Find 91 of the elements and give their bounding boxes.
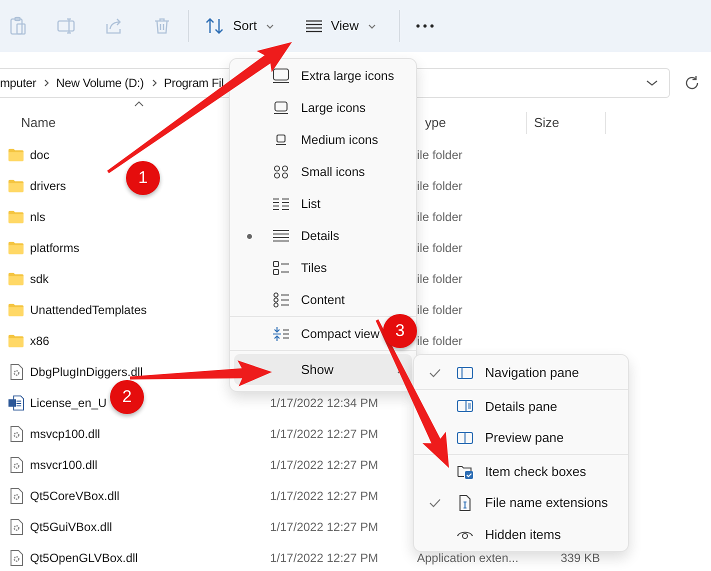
folder-icon	[8, 148, 24, 162]
checkmark-icon	[429, 498, 441, 508]
column-header[interactable]: Name	[21, 115, 56, 130]
sort-caret-icon	[134, 101, 144, 108]
file-type: ile folder	[417, 148, 462, 162]
file-name[interactable]: Qt5CoreVBox.dll	[30, 486, 120, 504]
breadcrumb[interactable]: mputer	[0, 74, 36, 92]
menu-item[interactable]: File name extensions	[414, 487, 628, 518]
breadcrumb[interactable]: New Volume (D:)	[56, 74, 144, 92]
grid-icon	[272, 164, 290, 180]
menu-item[interactable]: Medium icons	[230, 124, 378, 156]
clipboard-icon	[8, 16, 28, 36]
dropdown-icon	[645, 78, 659, 88]
menu-item[interactable]: Tiles	[230, 252, 327, 284]
menu-item[interactable]: Hidden items	[414, 518, 628, 550]
date-modified: 1/17/2022 12:27 PM	[270, 426, 378, 440]
folder-icon	[8, 178, 24, 192]
file-type: Application exten...	[417, 550, 518, 564]
settings-file-icon	[10, 550, 22, 566]
folder-icon	[8, 302, 24, 316]
pane-icon	[456, 430, 474, 446]
folder-icon	[8, 272, 24, 286]
pane-icon	[456, 398, 474, 414]
settings-file-icon	[10, 518, 22, 534]
folder-icon	[8, 210, 24, 224]
column-header[interactable]: ype	[425, 113, 446, 133]
file-name[interactable]: msvcp100.dll	[30, 424, 100, 442]
file-name[interactable]: sdk	[30, 270, 49, 288]
file-name[interactable]: nls	[30, 208, 46, 226]
folder-checkbox-icon	[456, 463, 474, 480]
settings-file-icon	[10, 488, 22, 504]
date-modified: 1/17/2022 12:27 PM	[270, 520, 378, 534]
file-name[interactable]: platforms	[30, 238, 80, 256]
menu-item[interactable]: Small icons	[230, 156, 365, 188]
toolbar-menu-button[interactable]: View	[296, 8, 387, 44]
more-icon	[416, 24, 434, 28]
checkmark-icon	[429, 368, 441, 378]
column-header[interactable]: Size	[534, 113, 560, 133]
monitor-icon	[272, 68, 290, 84]
file-name[interactable]: UnattendedTemplates	[30, 300, 147, 318]
settings-file-icon	[10, 364, 22, 380]
pane-icon	[456, 364, 474, 381]
file-name[interactable]: drivers	[30, 176, 66, 194]
step-marker: 2	[110, 380, 144, 414]
lines-icon	[304, 19, 323, 33]
file-name[interactable]: DbgPlugInDiggers.dll	[30, 362, 143, 380]
menu-item[interactable]: Preview pane	[414, 422, 628, 454]
menu-item[interactable]: Compact view	[230, 318, 380, 350]
rename-icon	[56, 16, 76, 36]
date-modified: 1/17/2022 12:27 PM	[270, 488, 378, 502]
file-type: ile folder	[417, 178, 462, 192]
date-modified: 1/17/2022 12:34 PM	[270, 396, 378, 410]
file-name[interactable]: Qt5OpenGLVBox.dll	[30, 548, 138, 566]
file-type: ile folder	[417, 210, 462, 224]
menu-item[interactable]: Extra large icons	[230, 60, 394, 92]
refresh-icon[interactable]	[684, 75, 700, 91]
breadcrumb[interactable]: Program Fil	[164, 74, 224, 92]
compact-icon	[272, 326, 290, 342]
file-type: ile folder	[417, 334, 462, 348]
date-modified: 1/17/2022 12:27 PM	[270, 458, 378, 472]
step-marker: 1	[126, 161, 160, 195]
lines-icon	[272, 228, 290, 244]
folder-icon	[8, 240, 24, 254]
folder-icon	[8, 334, 24, 348]
file-size: 339 KB	[560, 550, 600, 564]
sort-icon	[205, 17, 225, 35]
menu-item[interactable]: Large icons	[230, 92, 366, 124]
menu-item[interactable]: Details pane	[414, 390, 628, 422]
monitor-icon	[272, 100, 290, 116]
trash-icon	[152, 16, 172, 36]
content-icon	[272, 292, 290, 308]
tiles-icon	[272, 260, 290, 276]
file-type: ile folder	[417, 302, 462, 316]
file-name[interactable]: Qt5GuiVBox.dll	[30, 518, 112, 536]
file-type: ile folder	[417, 240, 462, 254]
file-name[interactable]: doc	[30, 146, 50, 164]
menu-item[interactable]: Details	[230, 220, 340, 252]
file-name[interactable]: License_en_U	[30, 394, 107, 412]
list-icon	[272, 196, 290, 212]
settings-file-icon	[10, 456, 22, 472]
file-name[interactable]: x86	[30, 332, 50, 350]
toolbar-menu-button[interactable]: Sort	[197, 8, 285, 44]
date-modified: 1/17/2022 12:27 PM	[270, 550, 378, 564]
menu-item[interactable]: Navigation pane	[414, 357, 628, 388]
file-name[interactable]: msvcr100.dll	[30, 456, 98, 474]
menu-item[interactable]: Item check boxes	[414, 456, 628, 487]
file-type: ile folder	[417, 272, 462, 286]
menu-item[interactable]: Content	[230, 284, 345, 316]
settings-file-icon	[10, 426, 22, 442]
menu-item[interactable]: List	[230, 188, 320, 220]
document-icon	[8, 394, 24, 410]
